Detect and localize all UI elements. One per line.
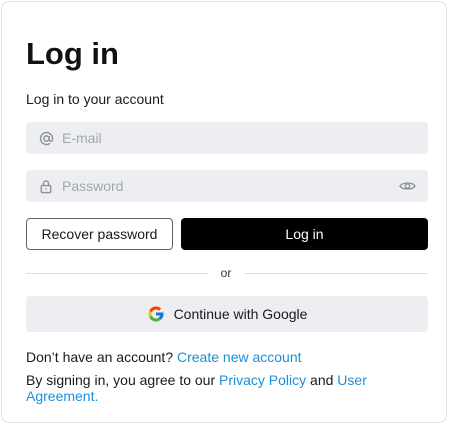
terms-prefix: By signing in, you agree to our	[26, 372, 216, 388]
recover-password-button[interactable]: Recover password	[26, 218, 173, 250]
at-icon	[38, 130, 54, 146]
google-icon	[147, 305, 165, 323]
or-divider: or	[26, 264, 428, 282]
signup-prompt: Don’t have an account?	[26, 349, 174, 365]
terms-text: By signing in, you agree to our Privacy …	[26, 372, 386, 404]
page-title: Log in	[26, 36, 119, 71]
login-card: Log in Log in to your account Recov	[1, 1, 447, 423]
privacy-policy-link[interactable]: Privacy Policy	[219, 372, 306, 388]
continue-with-google-button[interactable]: Continue with Google	[26, 296, 428, 332]
email-input[interactable]	[62, 123, 428, 153]
eye-icon[interactable]	[398, 177, 416, 195]
lock-icon	[38, 178, 54, 194]
password-input[interactable]	[62, 171, 398, 201]
create-account-link[interactable]: Create new account	[177, 349, 302, 365]
signup-prompt-line: Don’t have an account? Create new accoun…	[26, 348, 302, 366]
divider-label: or	[220, 266, 232, 280]
email-field[interactable]	[26, 122, 428, 154]
divider-line-right	[244, 273, 428, 274]
divider-line-left	[26, 273, 208, 274]
terms-and: and	[310, 372, 334, 388]
login-button[interactable]: Log in	[181, 218, 428, 250]
password-field[interactable]	[26, 170, 428, 202]
google-button-label: Continue with Google	[173, 306, 308, 322]
subtitle: Log in to your account	[26, 91, 164, 107]
